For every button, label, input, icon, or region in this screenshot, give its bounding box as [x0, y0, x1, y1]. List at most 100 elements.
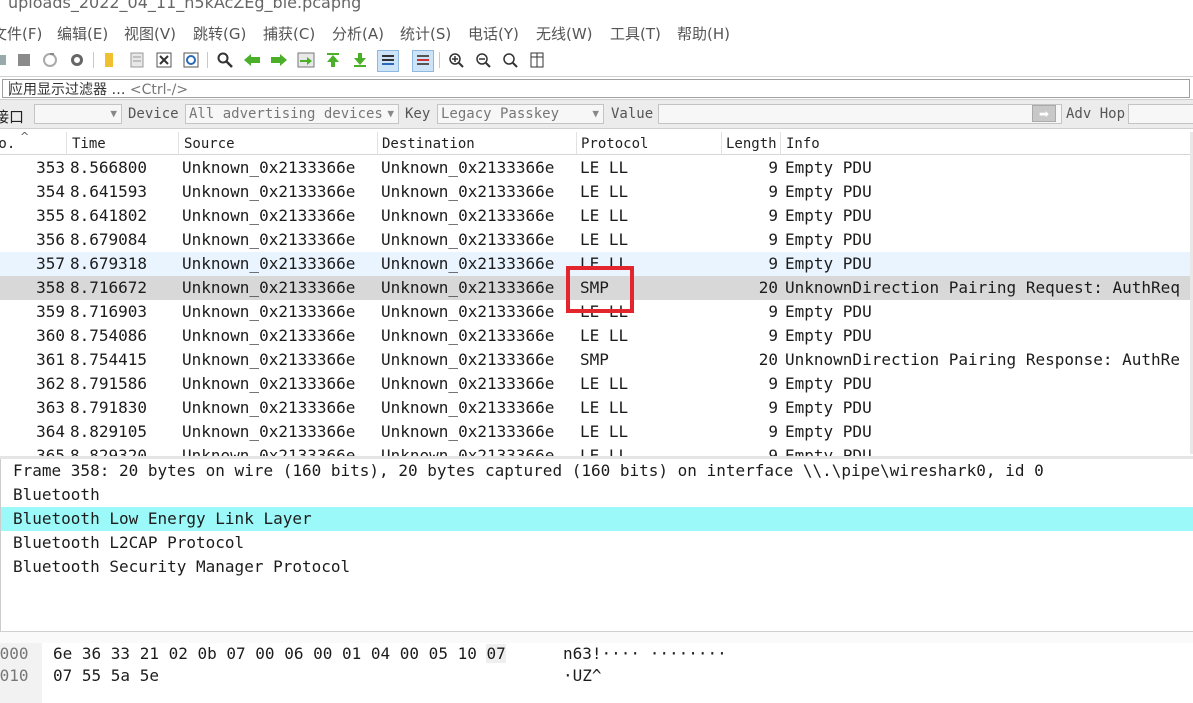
go-forward-icon[interactable]	[269, 50, 289, 70]
column-divider[interactable]	[377, 132, 378, 154]
apply-value-button[interactable]: ➡	[1032, 105, 1056, 122]
packet-protocol: LE LL	[580, 398, 629, 417]
go-first-icon[interactable]	[323, 50, 343, 70]
colorize-icon[interactable]	[412, 50, 434, 72]
go-last-icon[interactable]	[350, 50, 370, 70]
detail-tree-item-frame[interactable]: Frame 358: 20 bytes on wire (160 bits), …	[1, 459, 1193, 483]
menu-statistics[interactable]: 统计(S)	[400, 23, 451, 44]
packet-row[interactable]: 354 8.641593 Unknown_0x2133366e Unknown_…	[0, 180, 1193, 204]
column-header-length[interactable]: Length	[726, 136, 777, 152]
column-divider[interactable]	[576, 132, 577, 154]
packet-destination: Unknown_0x2133366e	[381, 374, 555, 393]
column-header-protocol[interactable]: Protocol	[581, 136, 648, 152]
auto-scroll-icon[interactable]	[377, 50, 399, 72]
menu-tools[interactable]: 工具(T)	[610, 23, 661, 44]
device-select[interactable]: All advertising devices ▼	[185, 104, 399, 124]
packet-row[interactable]: 363 8.791830 Unknown_0x2133366e Unknown_…	[0, 396, 1193, 420]
adv-hop-label: Adv Hop	[1066, 106, 1126, 122]
packet-protocol: LE LL	[580, 422, 629, 441]
packet-destination: Unknown_0x2133366e	[381, 206, 555, 225]
packet-no: 363	[36, 398, 65, 417]
bytes-line[interactable]: 0000 6e 36 33 21 02 0b 07 00 06 00 01 04…	[0, 644, 1193, 666]
column-divider[interactable]	[178, 132, 179, 154]
zoom-in-icon[interactable]	[446, 50, 466, 70]
packet-time: 8.679318	[70, 254, 148, 273]
key-select[interactable]: Legacy Passkey ▼	[437, 104, 604, 124]
zoom-reset-icon[interactable]	[500, 50, 520, 70]
packet-protocol: LE LL	[580, 230, 629, 249]
detail-tree-item-l2cap[interactable]: Bluetooth L2CAP Protocol	[1, 531, 1193, 555]
packet-row[interactable]: 353 8.566800 Unknown_0x2133366e Unknown_…	[0, 156, 1193, 180]
detail-text: Bluetooth Low Energy Link Layer	[13, 509, 312, 528]
value-label: Value	[611, 106, 654, 122]
adv-hop-input[interactable]	[1128, 104, 1193, 124]
menu-bar: 文件(F) 编辑(E) 视图(V) 跳转(G) 捕获(C) 分析(A) 统计(S…	[0, 20, 1193, 46]
packet-time: 8.791586	[70, 374, 148, 393]
bytes-line[interactable]: 0010 07 55 5a 5e ·UZ^	[0, 666, 1193, 688]
open-file-icon[interactable]	[100, 50, 120, 70]
packet-source: Unknown_0x2133366e	[182, 182, 356, 201]
find-packet-icon[interactable]	[215, 50, 235, 70]
packet-destination: Unknown_0x2133366e	[381, 398, 555, 417]
zoom-out-icon[interactable]	[473, 50, 493, 70]
column-header-no[interactable]: No.	[0, 136, 15, 152]
column-divider[interactable]	[780, 132, 781, 154]
restart-capture-icon[interactable]	[40, 50, 60, 70]
column-header-destination[interactable]: Destination	[382, 136, 475, 152]
menu-telephony[interactable]: 电话(Y)	[468, 23, 519, 44]
value-input[interactable]	[658, 104, 1062, 124]
packet-time: 8.829105	[70, 422, 148, 441]
packet-info: Empty PDU	[785, 302, 872, 321]
packet-protocol: LE LL	[580, 446, 629, 456]
column-header-time[interactable]: Time	[72, 136, 106, 152]
packet-info: Empty PDU	[785, 374, 872, 393]
detail-text: Bluetooth L2CAP Protocol	[13, 533, 245, 552]
menu-file[interactable]: 文件(F)	[0, 23, 42, 44]
stop-capture-icon[interactable]	[14, 50, 34, 70]
start-capture-icon[interactable]	[0, 50, 12, 70]
packet-time: 8.716672	[70, 278, 148, 297]
detail-text: Bluetooth	[13, 485, 100, 504]
packet-length: 9	[768, 398, 778, 417]
menu-capture[interactable]: 捕获(C)	[263, 23, 315, 44]
interface-label: 接口	[0, 108, 25, 126]
capture-options-icon[interactable]	[67, 50, 87, 70]
menu-wireless[interactable]: 无线(W)	[536, 23, 593, 44]
packet-row-partial[interactable]: 365 8.829320 Unknown_0x2133366e Unknown_…	[0, 444, 1193, 456]
packet-no: 362	[36, 374, 65, 393]
menu-analyze[interactable]: 分析(A)	[332, 23, 384, 44]
detail-tree-item-ble-link-layer[interactable]: Bluetooth Low Energy Link Layer	[1, 507, 1193, 531]
resize-columns-icon[interactable]	[527, 50, 547, 70]
packet-source: Unknown_0x2133366e	[182, 374, 356, 393]
column-header-info[interactable]: Info	[786, 136, 820, 152]
detail-tree-item-smp[interactable]: Bluetooth Security Manager Protocol	[1, 555, 1193, 579]
save-file-icon[interactable]	[127, 50, 147, 70]
menu-edit[interactable]: 编辑(E)	[57, 23, 108, 44]
bytes-offset: 0010	[0, 666, 29, 685]
close-file-icon[interactable]	[154, 50, 174, 70]
packet-row[interactable]: 356 8.679084 Unknown_0x2133366e Unknown_…	[0, 228, 1193, 252]
annotation-highlight-box	[566, 266, 634, 313]
go-to-packet-icon[interactable]	[296, 50, 316, 70]
packet-row[interactable]: 355 8.641802 Unknown_0x2133366e Unknown_…	[0, 204, 1193, 228]
packet-row[interactable]: 365 8.829320 Unknown_0x2133366e Unknown_…	[0, 444, 1193, 456]
display-filter-input[interactable]: 应用显示过滤器 … <Ctrl-/>	[2, 79, 1190, 98]
detail-tree-item-bluetooth[interactable]: Bluetooth	[1, 483, 1193, 507]
column-divider[interactable]	[66, 132, 67, 154]
reload-file-icon[interactable]	[181, 50, 201, 70]
packet-time: 8.829320	[70, 446, 148, 456]
chevron-down-icon: ▼	[592, 107, 599, 120]
menu-go[interactable]: 跳转(G)	[193, 23, 246, 44]
packet-info: Empty PDU	[785, 398, 872, 417]
menu-view[interactable]: 视图(V)	[124, 23, 176, 44]
packet-row[interactable]: 362 8.791586 Unknown_0x2133366e Unknown_…	[0, 372, 1193, 396]
column-header-source[interactable]: Source	[184, 136, 235, 152]
window-title: uploads_2022_04_11_h5kAcZEg_ble.pcapng	[8, 0, 362, 12]
menu-help[interactable]: 帮助(H)	[677, 23, 730, 44]
packet-row[interactable]: 360 8.754086 Unknown_0x2133366e Unknown_…	[0, 324, 1193, 348]
interface-select[interactable]: ▼	[34, 104, 122, 124]
go-back-icon[interactable]	[242, 50, 262, 70]
packet-row[interactable]: 364 8.829105 Unknown_0x2133366e Unknown_…	[0, 420, 1193, 444]
packet-row[interactable]: 361 8.754415 Unknown_0x2133366e Unknown_…	[0, 348, 1193, 372]
column-divider[interactable]	[721, 132, 722, 154]
